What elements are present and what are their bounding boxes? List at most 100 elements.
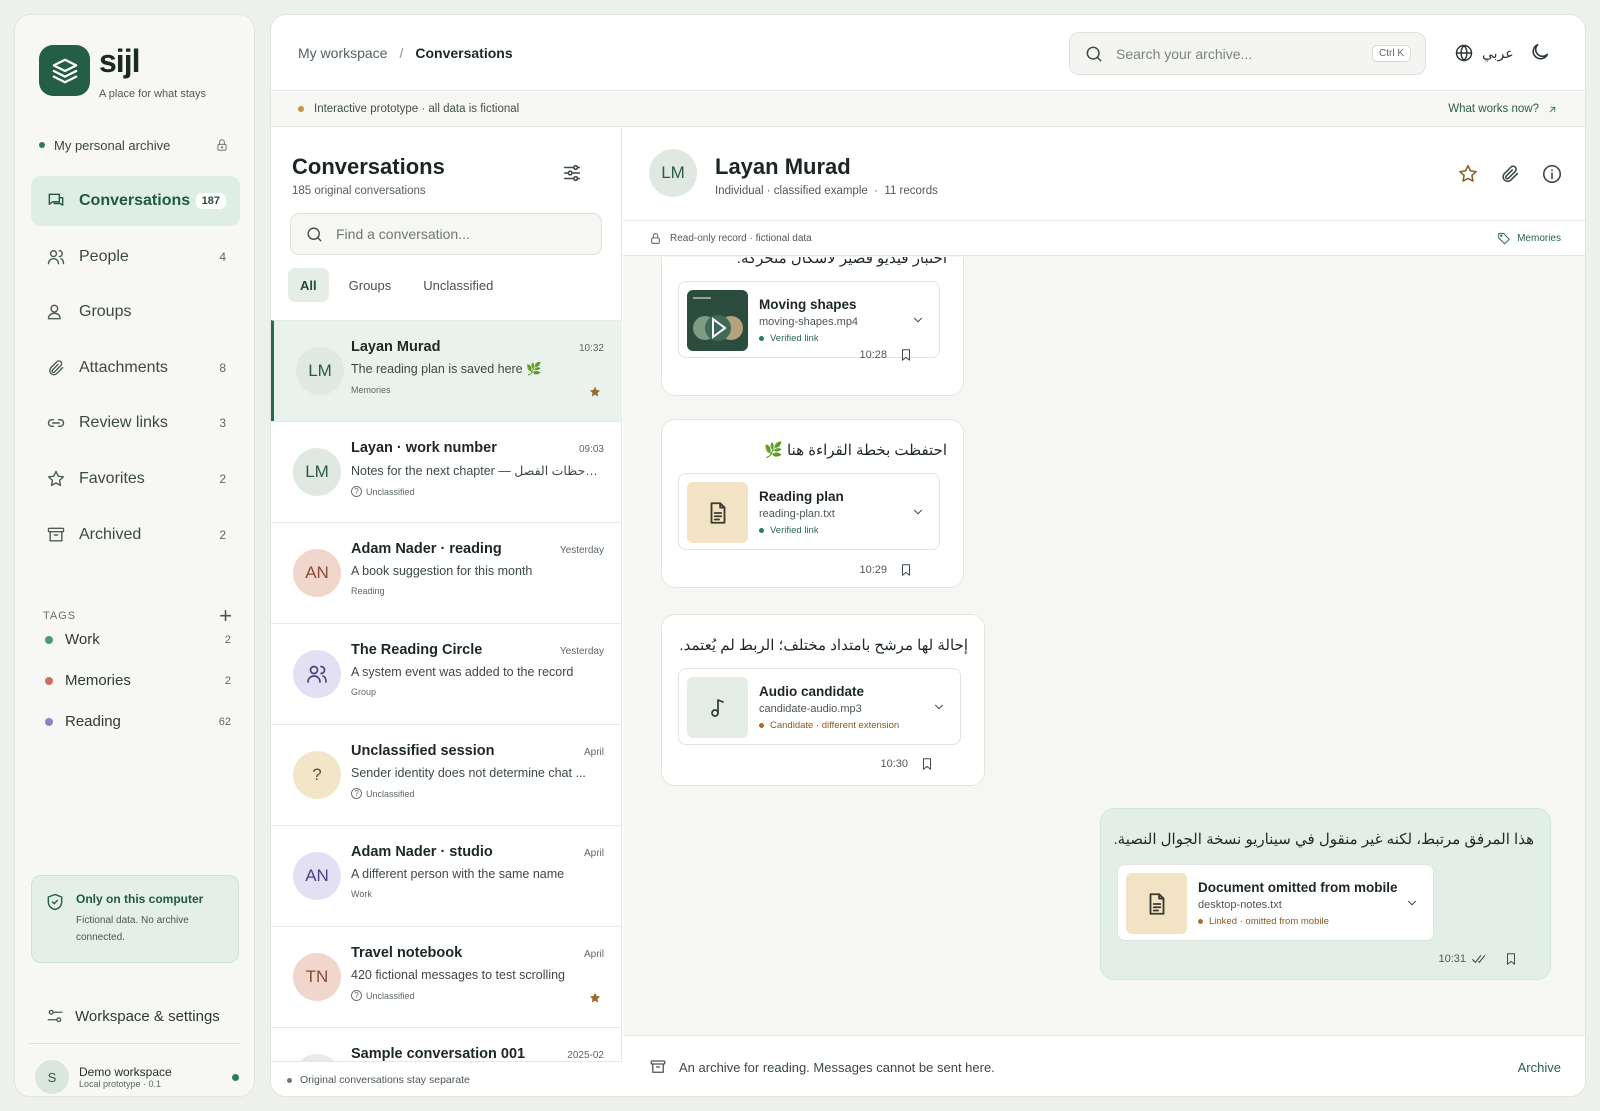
- tab-groups[interactable]: Groups: [337, 268, 404, 302]
- brand-tagline: A place for what stays: [99, 88, 206, 100]
- avatar: AN: [293, 852, 341, 900]
- tag-work[interactable]: Work 2: [45, 631, 231, 648]
- tag-icon: [1497, 231, 1511, 245]
- star-icon[interactable]: [588, 385, 602, 399]
- chevron-down-icon[interactable]: [932, 700, 946, 714]
- conversation-row[interactable]: TN Travel notebook April 420 fictional mess…: [271, 926, 622, 1027]
- sidebar-item-people[interactable]: People 4: [31, 232, 240, 282]
- conversation-row[interactable]: LM Layan · work number 09:03 Notes for the …: [271, 421, 622, 522]
- attachment-status: Candidate · different extension: [759, 720, 899, 731]
- moon-icon[interactable]: [1529, 41, 1551, 63]
- attachment-card[interactable]: Audio candidate candidate-audio.mp3 Cand…: [678, 668, 961, 745]
- chevron-down-icon[interactable]: [1405, 896, 1419, 910]
- bookmark-icon[interactable]: [920, 757, 934, 771]
- count-badge: 2: [219, 471, 226, 486]
- sidebar-item-conversations[interactable]: Conversations 187: [31, 176, 240, 226]
- row-preview: 420 fictional messages to test scrolling: [351, 968, 565, 982]
- workspace-settings-button[interactable]: Workspace & settings: [45, 1007, 220, 1025]
- star-icon[interactable]: [1457, 163, 1479, 185]
- message-text: احتفظت بخطة القراءة هنا 🌿: [764, 442, 947, 459]
- question-icon: ?: [351, 788, 362, 799]
- readonly-text: Read-only record · fictional data: [670, 232, 812, 244]
- attachment-card[interactable]: Moving shapes moving-shapes.mp4 Verified…: [678, 281, 940, 358]
- sidebar-item-review-links[interactable]: Review links 3: [31, 398, 240, 448]
- thread-tag-label: Memories: [1517, 232, 1561, 244]
- row-time: 09:03: [578, 444, 604, 455]
- what-works-link[interactable]: What works now?: [1448, 103, 1558, 115]
- find-conversation-input[interactable]: Find a conversation...: [290, 213, 602, 255]
- tag-label: Reading: [65, 713, 121, 730]
- local-card-desc: Fictional data. No archive connected.: [76, 915, 189, 943]
- sidebar-item-favorites[interactable]: Favorites 2: [31, 454, 240, 504]
- status-dot: [1198, 919, 1203, 924]
- bookmark-icon[interactable]: [899, 348, 913, 362]
- avatar: LM: [293, 448, 341, 496]
- top-bar: My workspace / Conversations Search your a…: [271, 15, 1585, 91]
- archive-button[interactable]: Archive: [1518, 1060, 1561, 1075]
- star-icon[interactable]: [588, 991, 602, 1005]
- row-preview: Notes for the next chapter — ملاحظات الف…: [351, 464, 601, 478]
- tab-all[interactable]: All: [288, 268, 329, 302]
- tag-reading[interactable]: Reading 62: [45, 713, 231, 730]
- user-name: Demo workspace: [79, 1065, 172, 1079]
- attachment-card[interactable]: Document omitted from mobile desktop-not…: [1117, 864, 1434, 941]
- row-tag-label: Unclassified: [366, 788, 415, 799]
- list-footer: Original conversations stay separate: [271, 1061, 622, 1096]
- sidebar-item-attachments[interactable]: Attachments 8: [31, 343, 240, 393]
- info-icon[interactable]: [1541, 163, 1563, 185]
- tag-count: 62: [218, 715, 231, 728]
- user-card[interactable]: S Demo workspace Local prototype · 0.1: [35, 1059, 245, 1095]
- question-icon: ?: [351, 486, 362, 497]
- tag-memories[interactable]: Memories 2: [45, 672, 231, 689]
- conversation-row[interactable]: ? Unclassified session April Sender identit…: [271, 724, 622, 825]
- row-name: Layan · work number: [351, 440, 497, 456]
- attachment-file: moving-shapes.mp4: [759, 316, 859, 328]
- tab-unclassified[interactable]: Unclassified: [411, 268, 505, 302]
- globe-icon: [1454, 43, 1474, 63]
- tag-label: Work: [65, 631, 100, 648]
- attachment-name: Moving shapes: [759, 297, 857, 312]
- message-meta: 10:30: [880, 757, 934, 771]
- brand-name: sijl: [99, 43, 140, 79]
- chevron-down-icon[interactable]: [911, 505, 925, 519]
- find-placeholder: Find a conversation...: [336, 226, 470, 242]
- archive-selector[interactable]: My personal archive: [39, 135, 229, 155]
- sidebar-item-label: Favorites: [79, 469, 145, 487]
- language-label: عربي: [1482, 44, 1514, 61]
- bookmark-icon[interactable]: [899, 563, 913, 577]
- tags-heading: TAGS +: [43, 605, 233, 627]
- conversation-row[interactable]: AN Adam Nader · studio April A different pe…: [271, 825, 622, 926]
- conversation-row[interactable]: The Reading Circle Yesterday A system even…: [271, 623, 622, 724]
- row-tag-label: Unclassified: [366, 486, 415, 497]
- breadcrumb-root[interactable]: My workspace: [298, 45, 387, 61]
- attachment-card[interactable]: Reading plan reading-plan.txt Verified l…: [678, 473, 940, 550]
- conversation-row[interactable]: LM Layan Murad 10:32 The reading plan is sa…: [271, 320, 622, 421]
- avatar: LM: [296, 347, 344, 395]
- row-tag-label: Work: [351, 889, 372, 899]
- sidebar-item-groups[interactable]: Groups: [31, 287, 240, 337]
- row-tag: Group: [351, 687, 604, 697]
- search-input[interactable]: Search your archive... Ctrl K: [1069, 32, 1426, 75]
- thread-tag[interactable]: Memories: [1497, 231, 1561, 245]
- list-title: Conversations: [292, 154, 445, 179]
- add-tag-button[interactable]: +: [219, 605, 233, 627]
- group-icon: [45, 302, 67, 322]
- attachment-status: Verified link: [759, 333, 819, 344]
- language-toggle[interactable]: عربي: [1454, 43, 1514, 63]
- conversation-rows: LM Layan Murad 10:32 The reading plan is sa…: [271, 320, 622, 1096]
- filter-icon[interactable]: [561, 162, 583, 184]
- message-bubble: إحالة لها مرشح بامتداد مختلف؛ الربط لم ي…: [661, 614, 985, 786]
- sidebar-item-archived[interactable]: Archived 2: [31, 510, 240, 560]
- video-thumbnail: [687, 290, 748, 351]
- sidebar-nav: Conversations 187 People 4 Groups Attach…: [31, 176, 240, 565]
- archive-icon: [45, 525, 67, 545]
- count-badge: 3: [219, 416, 226, 431]
- what-works-label: What works now?: [1448, 103, 1539, 115]
- avatar: S: [35, 1060, 69, 1094]
- bookmark-icon[interactable]: [1504, 952, 1518, 966]
- avatar: ?: [293, 751, 341, 799]
- paperclip-icon[interactable]: [1499, 163, 1521, 185]
- chevron-down-icon[interactable]: [911, 313, 925, 327]
- conversation-row[interactable]: AN Adam Nader · reading Yesterday A book su…: [271, 522, 622, 623]
- attachment-file: candidate-audio.mp3: [759, 703, 862, 715]
